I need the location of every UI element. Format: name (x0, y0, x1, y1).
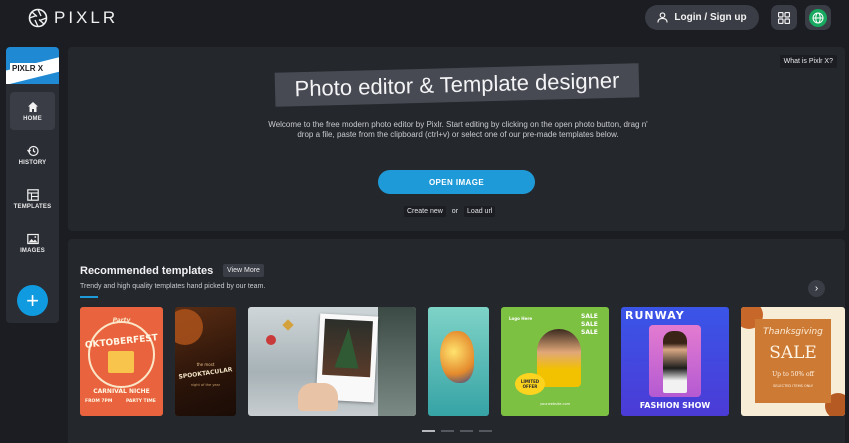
hero-panel: What is Pixlr X? Photo editor & Template… (68, 47, 845, 231)
section-subtitle: Trendy and high quality templates hand p… (80, 283, 266, 290)
template-card-sale[interactable]: Logo Here SALE SALE SALE LIMITED OFFER y… (501, 307, 609, 416)
image-icon (26, 233, 39, 244)
card-text: SALE (581, 321, 598, 328)
user-icon (657, 12, 669, 23)
login-label: Login / Sign up (674, 12, 747, 23)
plus-icon: + (26, 287, 39, 313)
carousel-dot[interactable] (422, 430, 435, 432)
model-photo (663, 331, 687, 393)
sidebar-item-home[interactable]: HOME (10, 92, 55, 130)
globe-icon (809, 8, 827, 27)
sidebar-item-label: HOME (23, 115, 42, 122)
photo-frame (649, 325, 701, 397)
chevron-right-icon: › (814, 283, 819, 294)
carousel-next-button[interactable]: › (808, 280, 825, 297)
card-text: night of the year (190, 383, 221, 387)
fish-shape (440, 331, 474, 383)
card-headline: SPOOKTACULAR (178, 366, 233, 381)
card-text: FASHION SHOW (639, 401, 711, 410)
sidebar-item-label: TEMPLATES (13, 203, 52, 210)
card-text: SALE (581, 313, 598, 320)
card-text: CARNIVAL NICHE (93, 388, 150, 395)
template-card-christmas-photo[interactable] (248, 307, 416, 416)
card-text: yourwebsite.com (539, 402, 571, 406)
badge-label: PIXLR X (10, 63, 46, 74)
card-text: LIMITED OFFER (520, 379, 540, 389)
home-icon (27, 101, 38, 112)
woman-photo (537, 329, 581, 387)
templates-panel: Recommended templates View More Trendy a… (68, 239, 845, 443)
hero-description: Welcome to the free modern photo editor … (268, 120, 648, 139)
or-separator: or (451, 208, 459, 215)
polaroid-photo (322, 318, 373, 378)
card-text: Logo Here (509, 316, 533, 321)
sidebar-item-images[interactable]: IMAGES (10, 224, 55, 262)
template-card-spooktacular[interactable]: the most SPOOKTACULAR night of the year (175, 307, 236, 416)
aperture-icon (28, 8, 48, 28)
templates-icon (26, 188, 39, 201)
section-title: Recommended templates (80, 265, 214, 277)
carousel-dot[interactable] (460, 430, 473, 432)
carousel-dot[interactable] (479, 430, 492, 432)
carousel-dot[interactable] (441, 430, 454, 432)
card-text: Up to 50% off (772, 371, 814, 378)
sidebar-item-templates[interactable]: TEMPLATES (10, 180, 55, 218)
card-text: SELECTED ITEMS ONLY (773, 384, 813, 388)
limited-offer-badge: LIMITED OFFER (515, 373, 545, 395)
section-underline (80, 296, 98, 298)
login-signup-button[interactable]: Login / Sign up (645, 5, 759, 30)
card-text: Party (112, 317, 131, 324)
brand-name: PIXLR (54, 8, 119, 27)
page-title: Photo editor & Template designer (274, 63, 640, 107)
history-icon (26, 145, 39, 156)
pine-tree-shape (378, 307, 416, 416)
christmas-tree-shape (334, 327, 361, 369)
apps-button[interactable] (771, 5, 797, 30)
pumpkin-shape (175, 309, 203, 345)
grid-icon (778, 11, 790, 24)
beer-mugs-icon (108, 351, 134, 373)
card-headline: RUNWAY (625, 309, 685, 322)
template-card-runway[interactable]: RUNWAY FASHION SHOW (621, 307, 729, 416)
language-button[interactable] (805, 5, 831, 30)
ornament-shape (266, 335, 276, 345)
view-more-button[interactable]: View More (223, 264, 264, 277)
pixlr-logo[interactable]: PIXLR (28, 8, 118, 28)
card-text: SALE (769, 343, 817, 363)
carousel-pagination (422, 430, 492, 432)
template-card-fish[interactable] (428, 307, 489, 416)
card-text: SALE (581, 329, 598, 336)
star-shape (282, 319, 294, 331)
card-text: FROM 7PM (85, 399, 113, 404)
card-headline: Thanksgiving (763, 327, 823, 337)
hand-shape (298, 383, 338, 411)
sidebar-item-history[interactable]: HISTORY (10, 136, 55, 174)
card-text: PARTY TIME (126, 399, 156, 404)
create-new-link[interactable]: Create new (404, 206, 446, 217)
pixlr-x-badge[interactable]: PIXLR X (6, 47, 59, 84)
load-url-link[interactable]: Load url (464, 206, 496, 217)
open-image-button[interactable]: OPEN IMAGE (378, 170, 535, 194)
sidebar-item-label: IMAGES (20, 247, 45, 254)
add-button[interactable]: + (17, 285, 48, 316)
template-card-oktoberfest[interactable]: Party OKTOBERFEST CARNIVAL NICHE FROM 7P… (80, 307, 163, 416)
what-is-pixlr-x-link[interactable]: What is Pixlr X? (779, 55, 837, 68)
top-bar: PIXLR Login / Sign up (0, 0, 849, 38)
template-card-thanksgiving[interactable]: Thanksgiving SALE Up to 50% off SELECTED… (741, 307, 845, 416)
secondary-actions: Create new or Load url (404, 206, 496, 217)
sidebar: PIXLR X HOME HISTORY TEMPLATES IMAGES + (6, 47, 59, 323)
sidebar-item-label: HISTORY (18, 159, 47, 166)
